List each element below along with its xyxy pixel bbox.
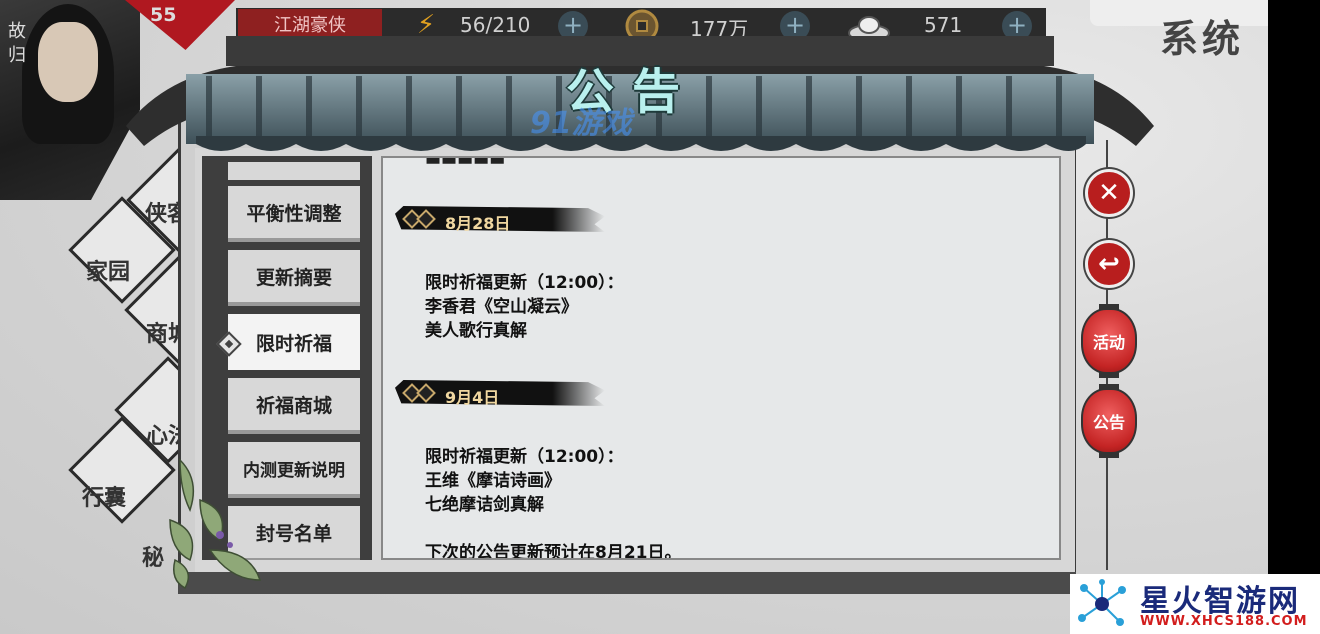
plant-decoration bbox=[169, 458, 262, 590]
screen-edge bbox=[1268, 0, 1320, 634]
back-button[interactable]: ↩ bbox=[1085, 240, 1133, 288]
close-icon: ✕ bbox=[1098, 178, 1120, 208]
site-watermark-url: WWW.XHCS188.COM bbox=[1140, 614, 1308, 629]
tab-label: 平衡性调整 bbox=[246, 202, 342, 225]
notice-line: 七绝摩诘剑真解 bbox=[425, 495, 544, 515]
portrait-face bbox=[38, 22, 98, 102]
notice-line: 限时祈福更新（12:00）： bbox=[425, 447, 624, 467]
system-label[interactable]: 系统 bbox=[1160, 8, 1244, 63]
tab-label: 限时祈福 bbox=[255, 332, 332, 355]
watermark-91: 91游戏 bbox=[530, 106, 632, 141]
tab-update-summary[interactable]: 更新摘要 bbox=[228, 250, 360, 306]
tab-label: 更新摘要 bbox=[255, 266, 332, 289]
network-logo-icon bbox=[1078, 579, 1126, 626]
date-label: 8月28日 bbox=[445, 214, 511, 233]
notice-line: 限时祈福更新（12:00）： bbox=[425, 273, 624, 293]
back-icon: ↩ bbox=[1098, 249, 1120, 279]
tab-prayer-shop[interactable]: 祈福商城 bbox=[228, 378, 360, 434]
bg-label-bag: 行囊 bbox=[82, 485, 127, 511]
tab-limited-prayer[interactable]: 限时祈福 bbox=[228, 314, 360, 370]
close-button[interactable]: ✕ bbox=[1085, 169, 1133, 217]
activity-label: 活动 bbox=[1092, 333, 1125, 352]
notice-line: 李香君《空山凝云》 bbox=[425, 297, 578, 317]
notice-panel-base bbox=[178, 572, 1076, 594]
clipped-previous-line: ▬▬▬▬▬ bbox=[425, 156, 506, 170]
notice-lantern-button[interactable]: 公告 bbox=[1081, 384, 1137, 458]
activity-lantern-button[interactable]: 活动 bbox=[1081, 304, 1137, 378]
tab-partial-top bbox=[228, 162, 360, 180]
bg-label-home: 家园 bbox=[86, 259, 131, 285]
portrait-side-text: 故归 bbox=[8, 21, 26, 66]
notice-label: 公告 bbox=[1092, 413, 1125, 432]
notice-line: 王维《摩诘诗画》 bbox=[425, 471, 561, 491]
notice-line: 美人歌行真解 bbox=[425, 321, 527, 341]
notice-content[interactable]: ▬▬▬▬▬ 8月28日 限时祈福更新（12:00）： 李香君《空山凝云》 美人歌… bbox=[381, 156, 1061, 560]
date-label: 9月4日 bbox=[445, 388, 500, 407]
tab-balance-adjust[interactable]: 平衡性调整 bbox=[228, 186, 360, 242]
tab-label: 祈福商城 bbox=[255, 394, 332, 417]
notice-footer: 下次的公告更新预计在8月21日。 bbox=[425, 543, 682, 560]
player-portrait[interactable]: 故归 bbox=[0, 0, 140, 200]
game-scene: 侠客 家园 商城 心法 行囊 秘 故归 55 江湖豪侠 ⚡ 56/210 + 1… bbox=[0, 0, 1268, 634]
